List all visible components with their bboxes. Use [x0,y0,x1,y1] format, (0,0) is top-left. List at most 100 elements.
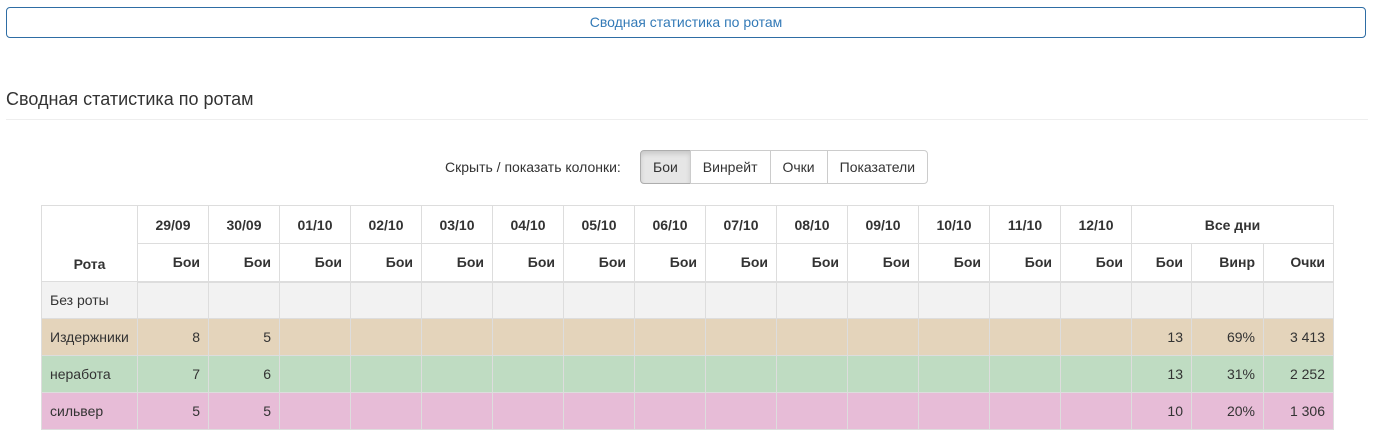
day-battles-cell [1060,318,1132,356]
column-header-date: 03/10 [421,205,493,244]
day-battles-cell [421,281,493,319]
day-battles-cell [563,281,635,319]
column-header-date: 11/10 [989,205,1061,244]
column-header-battles[interactable]: Бои [776,243,848,283]
day-battles-cell [705,355,777,393]
column-header-battles[interactable]: Бои [918,243,990,283]
points-cell [1262,281,1335,319]
summary-toggle-button[interactable]: Сводная статистика по ротам [6,7,1366,38]
column-header-battles[interactable]: Бои [989,243,1061,283]
column-header-total-battles[interactable]: Бои [1131,243,1192,283]
column-header-all-days: Все дни [1130,205,1335,244]
day-battles-cell [563,392,635,430]
winrate-cell: 20% [1191,392,1264,430]
total-battles-cell [1131,281,1192,319]
column-header-points[interactable]: Очки [1262,243,1335,283]
day-battles-cell [1060,392,1132,430]
column-header-date: 04/10 [492,205,564,244]
day-battles-cell [776,355,848,393]
day-battles-cell [563,355,635,393]
day-battles-cell [137,281,209,319]
winrate-cell [1191,281,1264,319]
total-battles-cell: 13 [1131,355,1192,393]
column-header-battles[interactable]: Бои [634,243,706,283]
day-battles-cell [279,392,351,430]
day-battles-cell [847,281,919,319]
section-title: Сводная статистика по ротам [6,89,254,109]
day-battles-cell [492,281,564,319]
day-battles-cell [563,318,635,356]
day-battles-cell [989,392,1061,430]
company-stats-table: Рота 29/09 30/09 01/10 02/10 03/10 04/10… [41,205,1335,430]
column-header-company[interactable]: Рота [41,205,138,282]
day-battles-cell: 5 [137,392,209,430]
day-battles-cell [847,318,919,356]
day-battles-cell: 7 [137,355,209,393]
column-header-date: 07/10 [705,205,777,244]
column-header-battles[interactable]: Бои [279,243,351,283]
day-battles-cell: 8 [137,318,209,356]
column-toggle-label: Скрыть / показать колонки: [445,159,621,175]
points-cell: 1 306 [1262,392,1335,430]
day-battles-cell: 6 [208,355,280,393]
day-battles-cell [1060,355,1132,393]
day-battles-cell [847,392,919,430]
day-battles-cell [492,355,564,393]
toggle-indicators-button[interactable]: Показатели [826,150,929,184]
day-battles-cell [279,281,351,319]
day-battles-cell [421,355,493,393]
day-battles-cell [705,318,777,356]
toggle-battles-button[interactable]: Бои [640,150,691,184]
day-battles-cell [492,318,564,356]
column-header-battles[interactable]: Бои [563,243,635,283]
column-header-battles[interactable]: Бои [137,243,209,283]
day-battles-cell [918,318,990,356]
day-battles-cell [421,392,493,430]
column-header-date: 29/09 [137,205,209,244]
column-header-date: 09/10 [847,205,919,244]
column-header-date: 10/10 [918,205,990,244]
day-battles-cell: 5 [208,392,280,430]
total-battles-cell: 10 [1131,392,1192,430]
company-name-cell: Без роты [41,281,138,319]
day-battles-cell [350,355,422,393]
day-battles-cell [208,281,280,319]
company-name-cell: Издержники [41,318,138,356]
day-battles-cell [279,355,351,393]
day-battles-cell [279,318,351,356]
column-header-date: 02/10 [350,205,422,244]
column-header-date: 01/10 [279,205,351,244]
winrate-cell: 31% [1191,355,1264,393]
day-battles-cell [776,281,848,319]
column-header-battles[interactable]: Бои [847,243,919,283]
day-battles-cell [350,392,422,430]
toggle-winrate-button[interactable]: Винрейт [689,150,771,184]
column-header-battles[interactable]: Бои [208,243,280,283]
column-header-battles[interactable]: Бои [1060,243,1132,283]
toggle-points-button[interactable]: Очки [769,150,828,184]
column-header-battles[interactable]: Бои [350,243,422,283]
points-cell: 3 413 [1262,318,1335,356]
company-name-cell: неработа [41,355,138,393]
day-battles-cell [705,392,777,430]
day-battles-cell [1060,281,1132,319]
day-battles-cell [989,318,1061,356]
day-battles-cell [421,318,493,356]
column-header-battles[interactable]: Бои [705,243,777,283]
day-battles-cell [776,392,848,430]
day-battles-cell [634,281,706,319]
column-header-date: 12/10 [1060,205,1132,244]
day-battles-cell [989,355,1061,393]
column-header-date: 08/10 [776,205,848,244]
column-header-battles[interactable]: Бои [492,243,564,283]
table-row: сильвер 5 5 10 20% 1 306 [41,392,1335,430]
column-header-battles[interactable]: Бои [421,243,493,283]
day-battles-cell [634,355,706,393]
day-battles-cell [847,355,919,393]
column-header-date: 05/10 [563,205,635,244]
company-name-cell: сильвер [41,392,138,430]
column-header-winrate[interactable]: Винр [1191,243,1264,283]
day-battles-cell: 5 [208,318,280,356]
day-battles-cell [350,281,422,319]
table-row: неработа 7 6 13 31% 2 252 [41,355,1335,393]
